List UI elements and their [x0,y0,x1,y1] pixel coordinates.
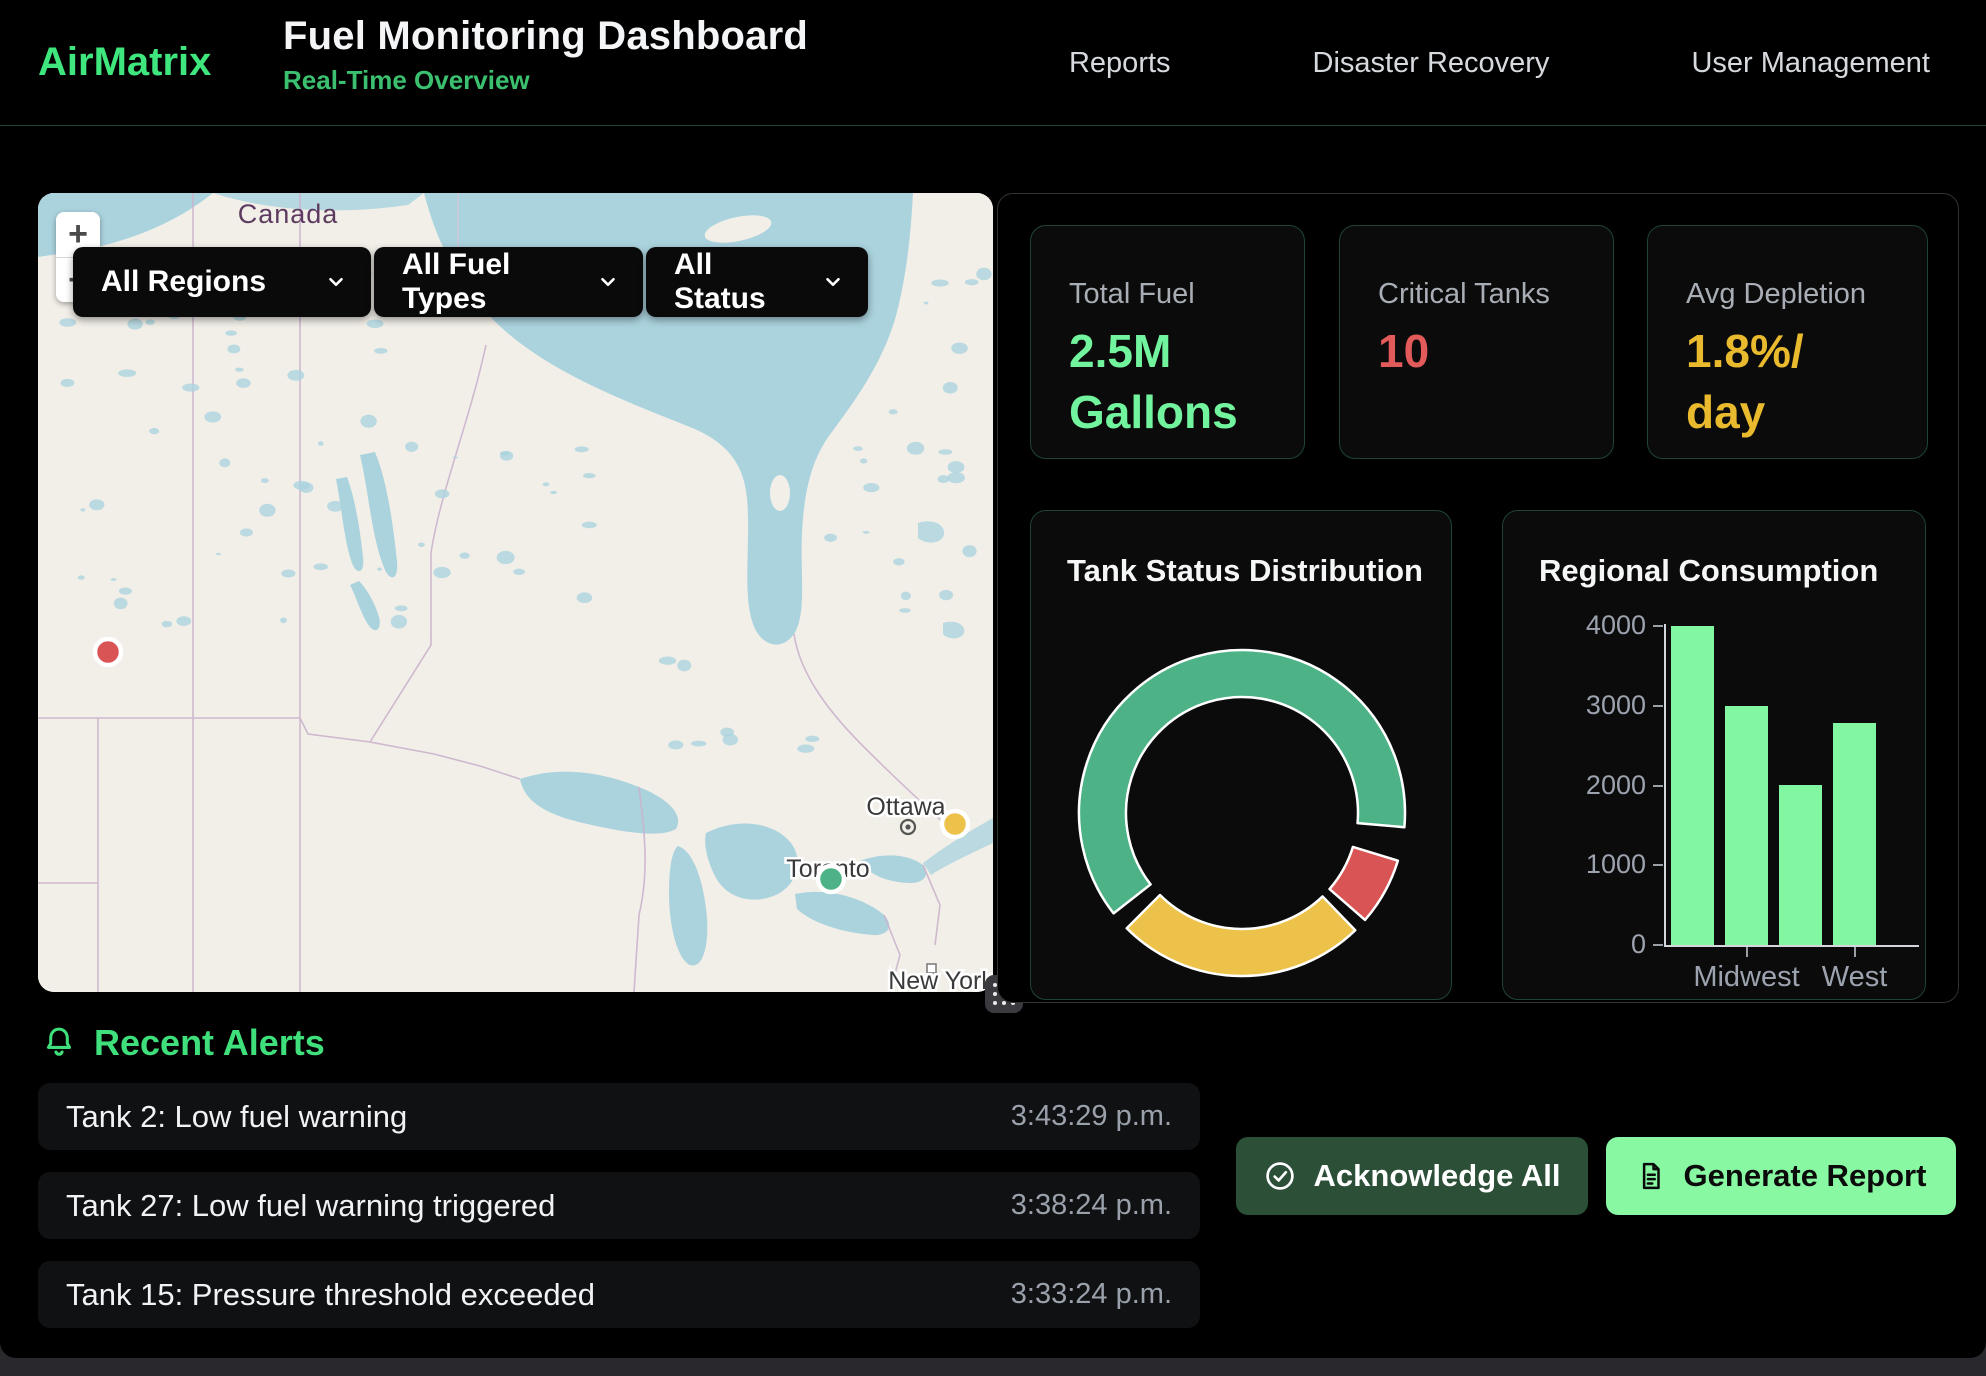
x-axis-label: West [1775,961,1935,994]
consumption-bar [1779,785,1822,945]
stat-label: Total Fuel [1069,278,1304,311]
map-label-canada: Canada [238,199,339,229]
y-axis-tick-label: 2000 [1526,770,1646,801]
y-axis-tick-label: 4000 [1526,610,1646,641]
y-axis-tick [1653,705,1663,707]
app-logo: AirMatrix [38,40,211,85]
stat-label: Avg Depletion [1686,278,1927,311]
map-label-new-york: New York [888,967,993,992]
stat-value: 2.5MGallons [1069,321,1304,442]
region-filter-dropdown[interactable]: All Regions [73,247,371,317]
alert-message: Tank 27: Low fuel warning triggered [66,1188,555,1224]
document-icon [1636,1160,1666,1192]
stat-card-total-fuel: Total Fuel 2.5MGallons [1030,225,1305,459]
header: AirMatrix Fuel Monitoring Dashboard Real… [0,0,1986,126]
chevron-down-icon [597,271,619,293]
tank-marker-normal[interactable] [818,866,844,892]
chevron-down-icon [822,271,844,293]
dashboard: AirMatrix Fuel Monitoring Dashboard Real… [0,0,1986,1376]
x-axis-tick [1854,947,1856,957]
stat-label: Critical Tanks [1378,278,1613,311]
donut-segment-yellow-warning [1127,895,1355,976]
stat-value: 1.8%/day [1686,321,1927,442]
generate-report-button[interactable]: Generate Report [1606,1137,1956,1215]
bottom-strip [0,1358,1986,1376]
y-axis-tick [1653,785,1663,787]
alert-message: Tank 15: Pressure threshold exceeded [66,1277,595,1313]
main-nav: Reports Disaster Recovery User Managemen… [1069,0,1930,126]
region-filter-value: All Regions [101,265,266,299]
map-label-ottawa: Ottawa [866,793,945,821]
app-container: AirMatrix Fuel Monitoring Dashboard Real… [0,0,1986,1358]
y-axis-tick-label: 0 [1526,929,1646,960]
x-axis-line [1664,945,1919,947]
tank-marker-warning[interactable] [942,811,968,837]
stat-card-avg-depletion: Avg Depletion 1.8%/day [1647,225,1928,459]
generate-report-label: Generate Report [1684,1158,1927,1194]
tank-status-card: Tank Status Distribution [1030,510,1452,1000]
tank-marker-critical[interactable] [95,639,121,665]
alert-time: 3:33:24 p.m. [1011,1278,1172,1311]
alert-row[interactable]: Tank 15: Pressure threshold exceeded 3:3… [38,1261,1200,1328]
consumption-bar [1725,706,1768,945]
consumption-bar [1833,723,1876,945]
status-filter-dropdown[interactable]: All Status [646,247,868,317]
chevron-down-icon [325,271,347,293]
nav-user-management[interactable]: User Management [1691,47,1930,80]
map-filters: All Regions All Fuel Types All Status [73,247,868,317]
alert-time: 3:38:24 p.m. [1011,1189,1172,1222]
alert-time: 3:43:29 p.m. [1011,1100,1172,1133]
alert-message: Tank 2: Low fuel warning [66,1099,407,1135]
regional-consumption-card: Regional Consumption 01000200030004000Mi… [1502,510,1926,1000]
y-axis-tick [1653,864,1663,866]
fuel-type-filter-dropdown[interactable]: All Fuel Types [374,247,643,317]
page-subtitle: Real-Time Overview [283,65,808,96]
acknowledge-all-button[interactable]: Acknowledge All [1236,1137,1588,1215]
y-axis-tick [1653,944,1663,946]
alert-row[interactable]: Tank 27: Low fuel warning triggered 3:38… [38,1172,1200,1239]
consumption-bar [1671,626,1714,945]
alert-row[interactable]: Tank 2: Low fuel warning 3:43:29 p.m. [38,1083,1200,1150]
nav-reports[interactable]: Reports [1069,47,1171,80]
alerts-title: Recent Alerts [94,1022,325,1064]
stat-value: 10 [1378,321,1613,382]
regional-consumption-bar-chart: 01000200030004000MidwestWest [1503,511,1927,1001]
title-block: Fuel Monitoring Dashboard Real-Time Over… [283,14,808,96]
x-axis-tick [1746,947,1748,957]
y-axis-tick-label: 3000 [1526,690,1646,721]
y-axis-tick [1653,625,1663,627]
check-circle-icon [1264,1160,1296,1192]
nav-disaster-recovery[interactable]: Disaster Recovery [1313,47,1550,80]
tank-status-donut-chart [1031,511,1453,1001]
donut-segment-red-critical [1330,847,1398,920]
alerts-header: Recent Alerts [42,1022,325,1064]
fuel-type-filter-value: All Fuel Types [402,248,571,316]
y-axis-line [1664,624,1666,947]
map-panel[interactable]: Canada Ottawa Toronto New York + − All R… [38,193,993,992]
stat-card-critical-tanks: Critical Tanks 10 [1339,225,1614,459]
y-axis-tick-label: 1000 [1526,849,1646,880]
status-filter-value: All Status [674,248,796,316]
acknowledge-all-label: Acknowledge All [1314,1158,1561,1194]
page-title: Fuel Monitoring Dashboard [283,14,808,59]
bell-icon [42,1025,76,1061]
